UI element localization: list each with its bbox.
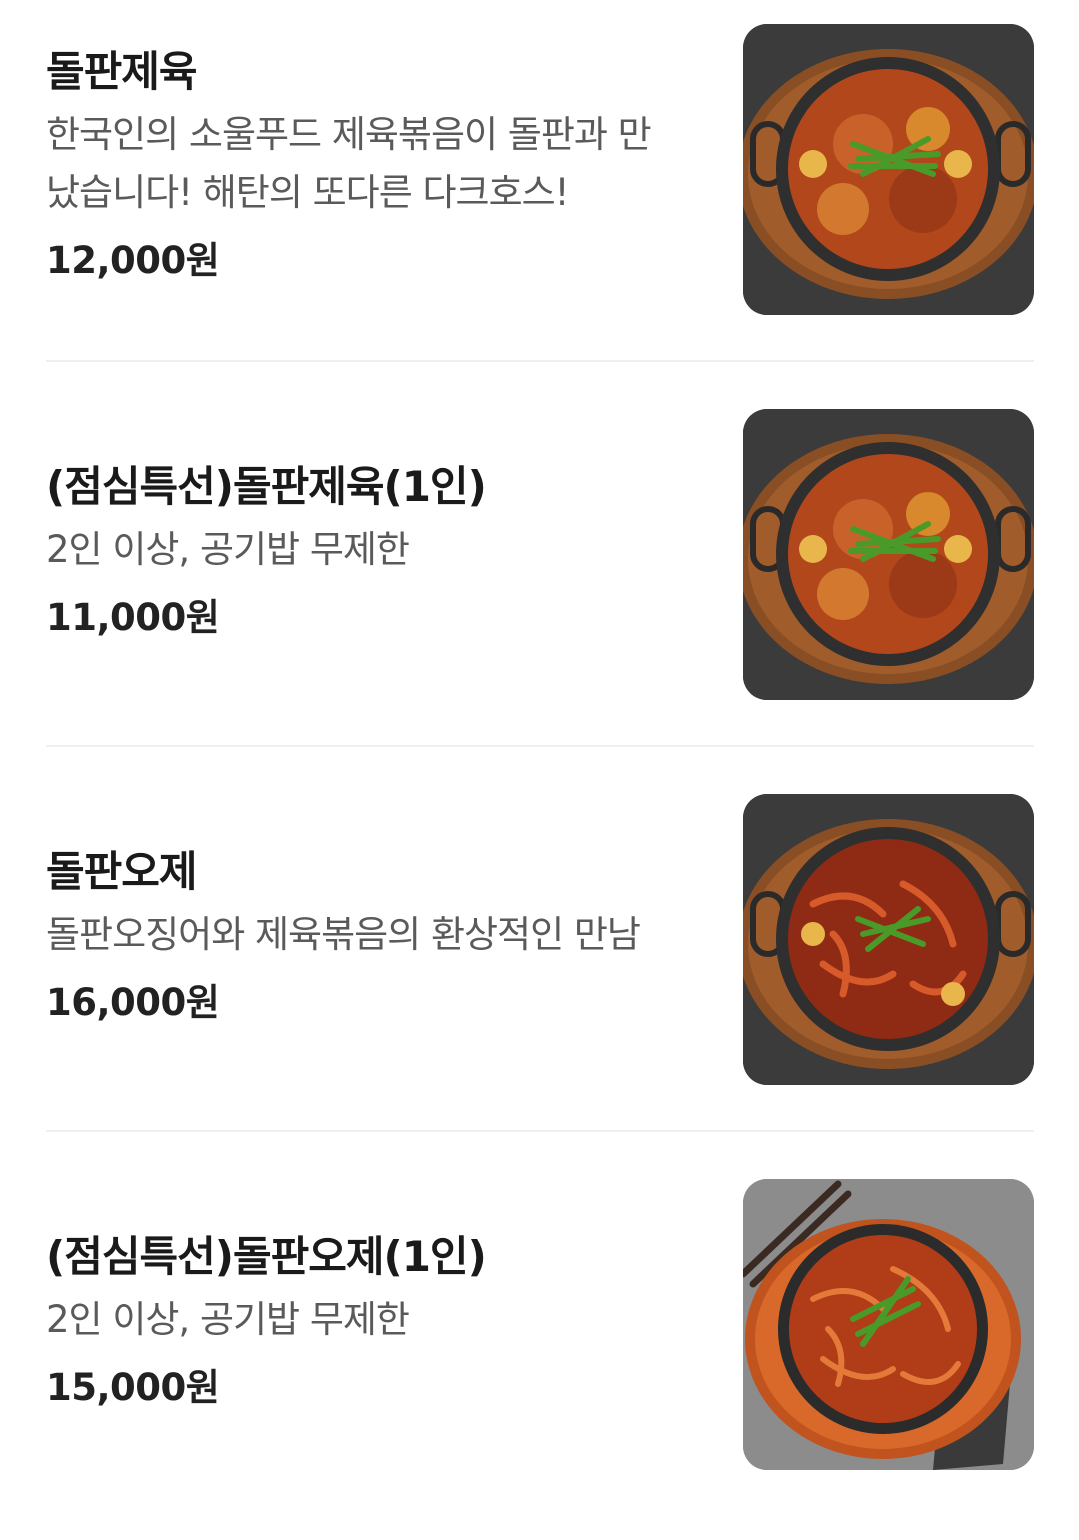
menu-item-text: 돌판제육 한국인의 소울푸드 제육볶음이 돌판과 만 났습니다! 해탄의 또다른…	[46, 44, 696, 284]
menu-item-description: 한국인의 소울푸드 제육볶음이 돌판과 만 났습니다! 해탄의 또다른 다크호스…	[46, 113, 652, 214]
menu-item-photo[interactable]	[743, 794, 1034, 1085]
menu-item-text: (점심특선)돌판제육(1인) 2인 이상, 공기밥 무제한 11,000원	[46, 459, 696, 641]
menu-item-name: (점심특선)돌판오제(1인)	[46, 1232, 487, 1281]
stone-pot-squid-pork-photo-icon	[743, 1179, 1034, 1470]
menu-item-photo[interactable]	[743, 24, 1034, 315]
stone-pot-pork-photo-icon	[743, 409, 1034, 700]
menu-item-name: (점심특선)돌판제육(1인)	[46, 462, 487, 511]
menu-item-description: 돌판오징어와 제육볶음의 환상적인 만남	[46, 913, 641, 956]
item-divider	[46, 360, 1034, 362]
menu-item-price: 15,000원	[46, 1366, 220, 1409]
menu-item-description: 2인 이상, 공기밥 무제한	[46, 528, 410, 571]
menu-item-name: 돌판제육	[46, 47, 198, 96]
stone-pot-pork-photo-icon	[743, 24, 1034, 315]
stone-pot-squid-pork-photo-icon	[743, 794, 1034, 1085]
menu-item-price: 11,000원	[46, 596, 220, 639]
menu-item-photo[interactable]	[743, 409, 1034, 700]
item-divider	[46, 745, 1034, 747]
menu-item-dolpan-jeyuk[interactable]: 돌판제육 한국인의 소울푸드 제육볶음이 돌판과 만 났습니다! 해탄의 또다른…	[0, 0, 1079, 385]
menu-item-text: 돌판오제 돌판오징어와 제육볶음의 환상적인 만남 16,000원	[46, 844, 696, 1026]
menu-item-photo[interactable]	[743, 1179, 1034, 1470]
menu-item-price: 16,000원	[46, 981, 220, 1024]
menu-item-text: (점심특선)돌판오제(1인) 2인 이상, 공기밥 무제한 15,000원	[46, 1229, 696, 1411]
menu-item-lunch-dolpan-jeyuk[interactable]: (점심특선)돌판제육(1인) 2인 이상, 공기밥 무제한 11,000원	[0, 385, 1079, 770]
menu-item-dolpan-oje[interactable]: 돌판오제 돌판오징어와 제육볶음의 환상적인 만남 16,000원	[0, 770, 1079, 1155]
menu-item-price: 12,000원	[46, 239, 220, 282]
menu-item-description: 2인 이상, 공기밥 무제한	[46, 1298, 410, 1341]
item-divider	[46, 1130, 1034, 1132]
menu-item-lunch-dolpan-oje[interactable]: (점심특선)돌판오제(1인) 2인 이상, 공기밥 무제한 15,000원	[0, 1155, 1079, 1540]
menu-item-name: 돌판오제	[46, 847, 198, 896]
